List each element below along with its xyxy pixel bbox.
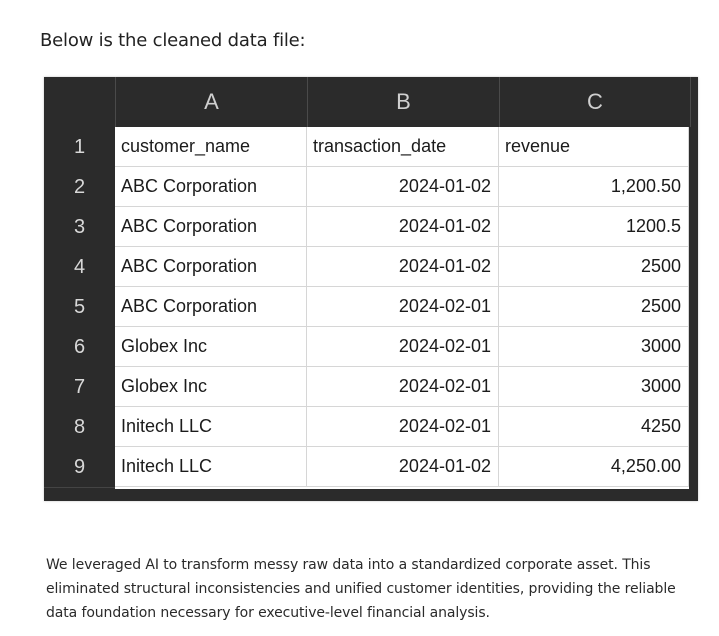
- cell-a6[interactable]: Globex Inc: [115, 327, 307, 367]
- cell-b1[interactable]: transaction_date: [307, 127, 499, 167]
- row-header-4[interactable]: 4: [44, 247, 115, 288]
- column-header-c[interactable]: C: [500, 77, 691, 127]
- cell-a2[interactable]: ABC Corporation: [115, 167, 307, 207]
- row-header-1[interactable]: 1: [44, 127, 115, 168]
- cell-b5[interactable]: 2024-02-01: [307, 287, 499, 327]
- cell-a3[interactable]: ABC Corporation: [115, 207, 307, 247]
- cell-c2[interactable]: 1,200.50: [499, 167, 689, 207]
- intro-text: Below is the cleaned data file:: [40, 30, 306, 51]
- cell-a7[interactable]: Globex Inc: [115, 367, 307, 407]
- row-header-3[interactable]: 3: [44, 207, 115, 248]
- column-header-b[interactable]: B: [308, 77, 500, 127]
- cell-b9[interactable]: 2024-01-02: [307, 447, 499, 487]
- column-header-a[interactable]: A: [116, 77, 308, 127]
- cell-b2[interactable]: 2024-01-02: [307, 167, 499, 207]
- cell-a5[interactable]: ABC Corporation: [115, 287, 307, 327]
- row-header-8[interactable]: 8: [44, 407, 115, 448]
- cell-a1[interactable]: customer_name: [115, 127, 307, 167]
- cell-b6[interactable]: 2024-02-01: [307, 327, 499, 367]
- cell-b8[interactable]: 2024-02-01: [307, 407, 499, 447]
- cell-b3[interactable]: 2024-01-02: [307, 207, 499, 247]
- cell-a4[interactable]: ABC Corporation: [115, 247, 307, 287]
- row-header-9[interactable]: 9: [44, 447, 115, 488]
- column-header-row: A B C: [44, 77, 698, 127]
- spreadsheet: A B C 123456789 customer_name transaction…: [44, 77, 698, 501]
- cell-c4[interactable]: 2500: [499, 247, 689, 287]
- cell-c9[interactable]: 4,250.00: [499, 447, 689, 487]
- cell-c5[interactable]: 2500: [499, 287, 689, 327]
- cell-a8[interactable]: Initech LLC: [115, 407, 307, 447]
- cell-c7[interactable]: 3000: [499, 367, 689, 407]
- cell-b7[interactable]: 2024-02-01: [307, 367, 499, 407]
- cell-a9[interactable]: Initech LLC: [115, 447, 307, 487]
- row-header-2[interactable]: 2: [44, 167, 115, 208]
- row-header-5[interactable]: 5: [44, 287, 115, 328]
- row-header-6[interactable]: 6: [44, 327, 115, 368]
- cell-c3[interactable]: 1200.5: [499, 207, 689, 247]
- cell-c1[interactable]: revenue: [499, 127, 689, 167]
- row-header-7[interactable]: 7: [44, 367, 115, 408]
- cell-c6[interactable]: 3000: [499, 327, 689, 367]
- select-all-corner[interactable]: [44, 77, 116, 127]
- summary-paragraph: We leveraged AI to transform messy raw d…: [46, 557, 676, 621]
- cell-c8[interactable]: 4250: [499, 407, 689, 447]
- cell-grid: customer_name transaction_date revenue ABC …: [115, 127, 689, 489]
- cell-b4[interactable]: 2024-01-02: [307, 247, 499, 287]
